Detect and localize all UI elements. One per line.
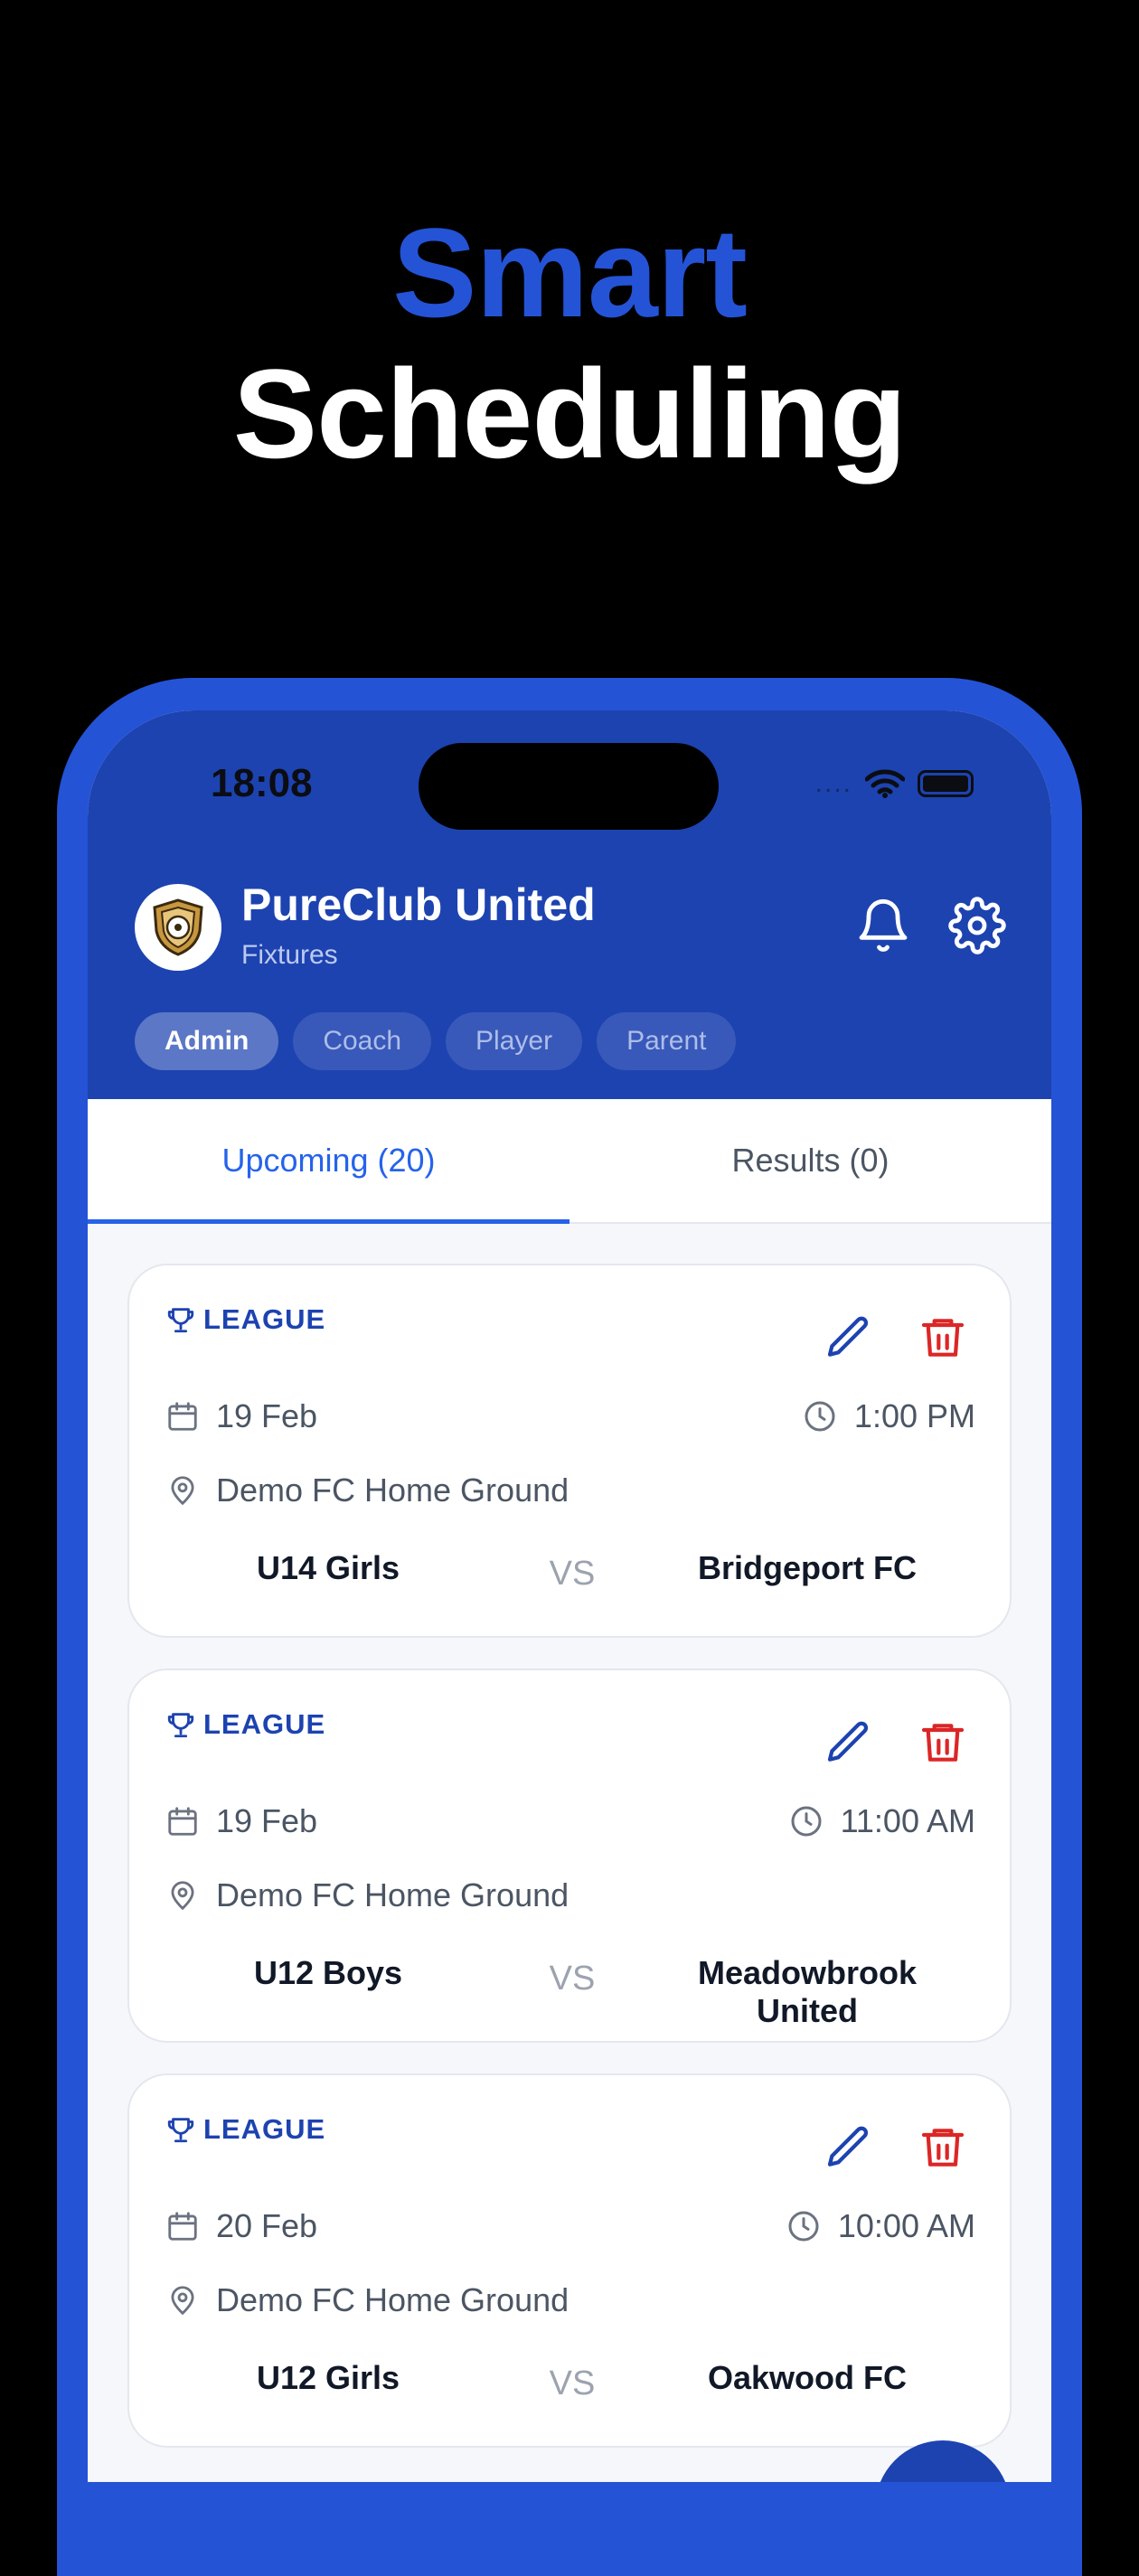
role-chip-player[interactable]: Player — [446, 1012, 583, 1070]
page-subtitle: Fixtures — [241, 940, 338, 970]
calendar-icon — [168, 2212, 197, 2241]
fixture-date-text: 20 Feb — [216, 2207, 318, 2244]
fixture-time: 1:00 PM — [802, 1397, 975, 1435]
fixture-venue-text: Demo FC Home Ground — [216, 1471, 570, 1509]
fixture-date: 20 Feb — [165, 2207, 317, 2245]
status-icons: .... — [815, 768, 974, 799]
club-crest-icon[interactable] — [135, 884, 221, 971]
fixture-time: 10:00 AM — [786, 2207, 975, 2245]
tab-results[interactable]: Results (0) — [570, 1099, 1051, 1222]
delete-icon[interactable] — [918, 1312, 968, 1363]
fixture-venue-text: Demo FC Home Ground — [216, 2281, 570, 2318]
clock-icon — [788, 2211, 819, 2242]
delete-icon[interactable] — [918, 2122, 968, 2173]
vs-label: VS — [549, 1555, 596, 1593]
fixture-date: 19 Feb — [165, 1397, 317, 1435]
app-screen: 18:08 .... PureClub United Fixtures Admi… — [88, 710, 1051, 2482]
fixture-type: LEAGUE — [165, 2113, 325, 2146]
club-name: PureClub United — [241, 879, 596, 930]
away-team: Meadowbrook United — [697, 1954, 917, 2029]
fixture-type-label: LEAGUE — [203, 1708, 326, 1740]
fixture-venue: Demo FC Home Ground — [165, 2281, 569, 2319]
bell-icon[interactable] — [854, 897, 912, 954]
fixture-date-text: 19 Feb — [216, 1802, 318, 1839]
calendar-icon — [168, 1807, 197, 1836]
tab-upcoming[interactable]: Upcoming (20) — [88, 1099, 570, 1222]
role-selector: Admin Coach Player Parent — [135, 1012, 737, 1070]
location-pin-icon — [171, 1881, 194, 1911]
calendar-icon — [168, 1402, 197, 1431]
fixture-date: 19 Feb — [165, 1802, 317, 1840]
trophy-icon — [167, 1713, 194, 1738]
trophy-icon — [167, 2118, 194, 2143]
gear-icon[interactable] — [948, 897, 1006, 954]
dynamic-island — [419, 743, 719, 830]
fixture-type-label: LEAGUE — [203, 1303, 326, 1335]
role-chip-coach[interactable]: Coach — [293, 1012, 432, 1070]
fixture-time-text: 1:00 PM — [853, 1397, 975, 1434]
fixture-tabs: Upcoming (20) Results (0) — [88, 1099, 1051, 1224]
vs-label: VS — [549, 2364, 596, 2402]
delete-icon[interactable] — [918, 1717, 968, 1768]
active-tab-indicator — [88, 1219, 570, 1224]
vs-label: VS — [549, 1960, 596, 1998]
wifi-icon — [865, 769, 905, 798]
hero-title-smart: Smart — [392, 202, 748, 343]
status-time: 18:08 — [211, 761, 313, 805]
away-team: Bridgeport FC — [698, 1549, 917, 1586]
fixture-venue: Demo FC Home Ground — [165, 1471, 569, 1509]
fixture-type: LEAGUE — [165, 1303, 325, 1336]
app-header: 18:08 .... PureClub United Fixtures Admi… — [88, 710, 1051, 1099]
fixture-card[interactable]: LEAGUE 20 Feb 10:00 AM Demo FC Home Grou… — [127, 2073, 1012, 2448]
edit-icon[interactable] — [824, 2122, 874, 2173]
fixture-time: 11:00 AM — [788, 1802, 975, 1840]
fixture-card[interactable]: LEAGUE 19 Feb 11:00 AM Demo FC Home Grou… — [127, 1669, 1012, 2043]
role-chip-admin[interactable]: Admin — [135, 1012, 279, 1070]
away-team: Oakwood FC — [707, 2359, 907, 2396]
fixture-type-label: LEAGUE — [203, 2113, 326, 2145]
fixture-time-text: 10:00 AM — [837, 2207, 975, 2244]
home-team: U12 Boys — [253, 1954, 403, 1991]
location-pin-icon — [171, 2286, 194, 2316]
clock-icon — [791, 1806, 822, 1837]
fixture-type: LEAGUE — [165, 1708, 325, 1741]
home-team: U14 Girls — [256, 1549, 400, 1586]
location-pin-icon — [171, 1476, 194, 1506]
clock-icon — [805, 1401, 835, 1432]
fixture-venue: Demo FC Home Ground — [165, 1876, 569, 1914]
battery-icon — [918, 770, 974, 797]
fixture-card[interactable]: LEAGUE 19 Feb 1:00 PM Demo FC Home Groun… — [127, 1264, 1012, 1638]
edit-icon[interactable] — [824, 1717, 874, 1768]
hero-title-scheduling: Scheduling — [232, 343, 907, 484]
signal-icon: .... — [814, 768, 852, 798]
fixture-venue-text: Demo FC Home Ground — [216, 1876, 570, 1913]
trophy-icon — [167, 1308, 194, 1333]
home-team: U12 Girls — [256, 2359, 400, 2396]
fixture-time-text: 11:00 AM — [840, 1802, 975, 1839]
edit-icon[interactable] — [824, 1312, 874, 1363]
fixture-date-text: 19 Feb — [216, 1397, 318, 1434]
role-chip-parent[interactable]: Parent — [597, 1012, 737, 1070]
